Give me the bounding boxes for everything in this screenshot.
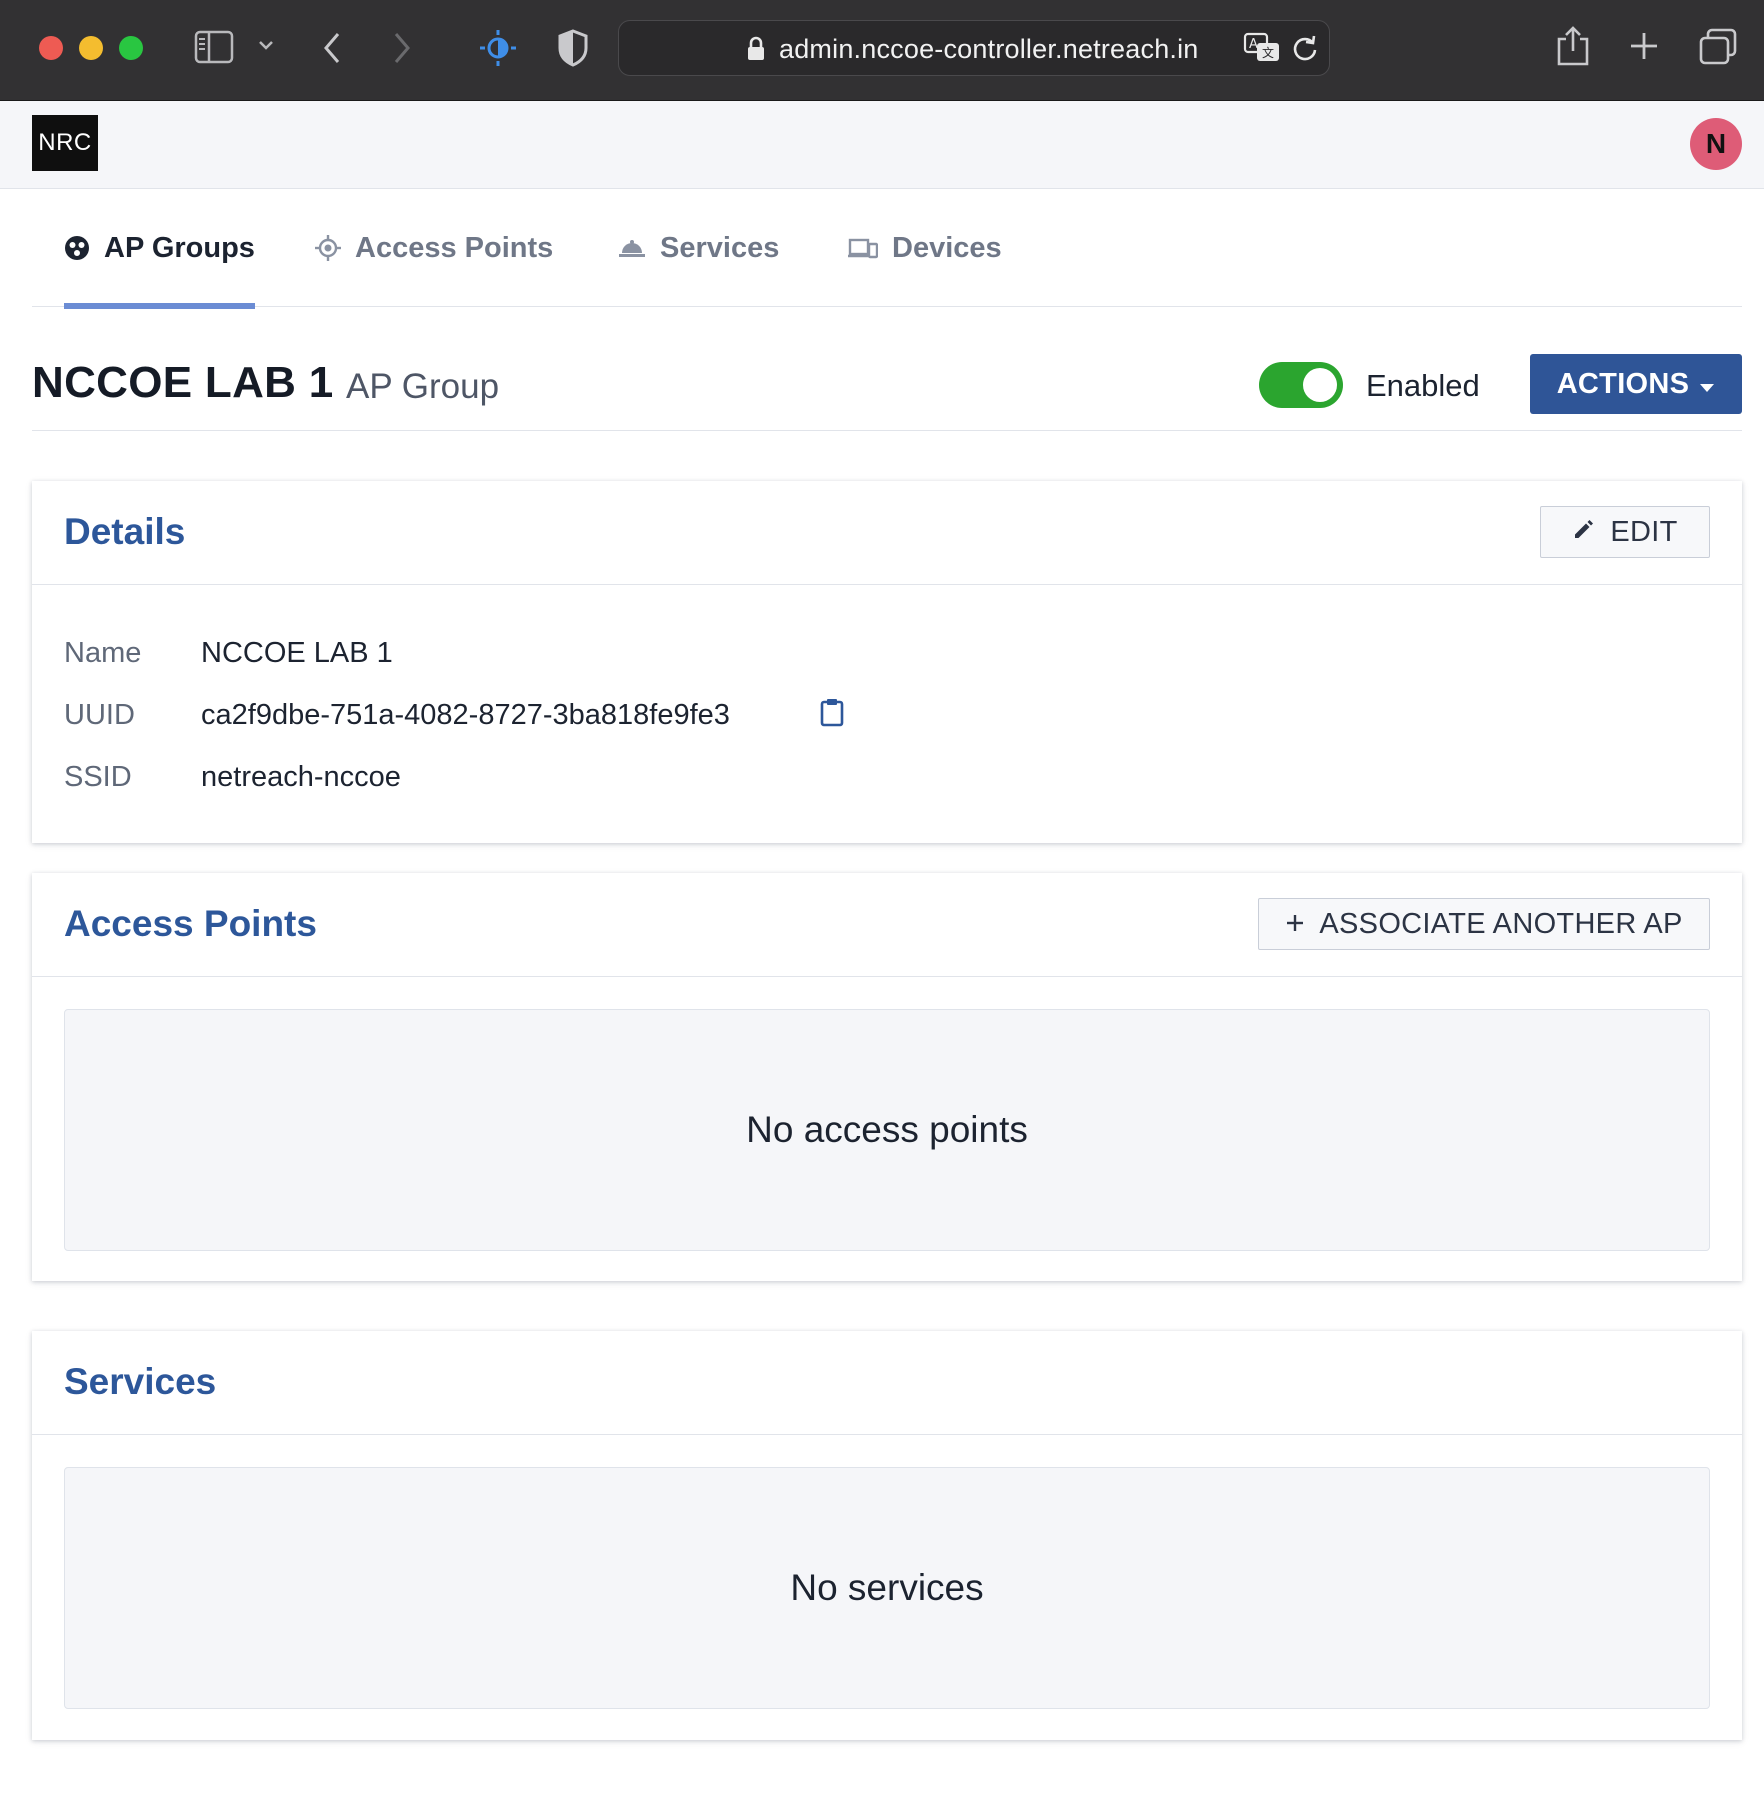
- sidebar-toggle-icon[interactable]: [194, 30, 234, 64]
- plus-icon: [1285, 908, 1305, 941]
- access-points-card: Access Points ASSOCIATE ANOTHER AP No ac…: [32, 873, 1742, 1281]
- actions-label: ACTIONS: [1556, 367, 1690, 400]
- toggle-label: Enabled: [1366, 368, 1480, 403]
- access-points-empty-state: No access points: [64, 1009, 1710, 1251]
- associate-ap-button[interactable]: ASSOCIATE ANOTHER AP: [1258, 898, 1710, 950]
- tab-label: AP Groups: [104, 231, 255, 264]
- main-tabs: AP Groups Access Points Services Devices: [32, 189, 1742, 309]
- svg-text:A: A: [1249, 37, 1258, 52]
- clipboard-icon[interactable]: [820, 697, 844, 735]
- details-card: Details EDIT Name NCCOE LAB 1 UUID ca2f9…: [32, 481, 1742, 843]
- detail-value: netreach-nccoe: [201, 761, 401, 793]
- detail-label: Name: [64, 637, 142, 669]
- edit-label: EDIT: [1610, 515, 1678, 548]
- access-points-card-header: Access Points ASSOCIATE ANOTHER AP: [32, 873, 1742, 977]
- toggle-knob: [1303, 368, 1337, 402]
- detail-value: ca2f9dbe-751a-4082-8727-3ba818fe9fe3: [201, 699, 730, 731]
- page-subtitle: AP Group: [346, 367, 500, 406]
- tab-ap-groups[interactable]: AP Groups: [64, 189, 255, 309]
- app-logo[interactable]: NRC: [32, 115, 98, 171]
- enabled-toggle[interactable]: [1259, 362, 1343, 408]
- tab-access-points[interactable]: Access Points: [315, 189, 553, 307]
- app-header: NRC N: [0, 101, 1764, 189]
- services-card: Services No services: [32, 1331, 1742, 1740]
- user-avatar[interactable]: N: [1690, 118, 1742, 170]
- privacy-shield-icon[interactable]: [556, 28, 590, 68]
- tab-devices[interactable]: Devices: [848, 189, 1002, 307]
- back-arrow-icon[interactable]: [320, 30, 344, 66]
- access-points-title: Access Points: [64, 903, 317, 944]
- services-card-header: Services: [32, 1331, 1742, 1435]
- pencil-icon: [1572, 516, 1596, 549]
- detail-value: NCCOE LAB 1: [201, 637, 393, 669]
- tab-overview-icon[interactable]: [1698, 28, 1738, 66]
- browser-toolbar: admin.nccoe-controller.netreach.in A文: [0, 0, 1764, 101]
- close-window-button[interactable]: [39, 36, 63, 60]
- edit-button[interactable]: EDIT: [1540, 506, 1710, 558]
- services-title: Services: [64, 1361, 217, 1402]
- svg-text:文: 文: [1262, 45, 1274, 60]
- detail-label: UUID: [64, 699, 135, 731]
- ap-groups-icon: [64, 235, 90, 261]
- details-title: Details: [64, 511, 186, 552]
- detail-label: SSID: [64, 761, 132, 793]
- services-icon: [618, 237, 646, 259]
- tab-label: Services: [660, 231, 780, 264]
- translate-icon[interactable]: A文: [1243, 31, 1281, 70]
- caret-down-icon: [1699, 368, 1715, 401]
- url-text: admin.nccoe-controller.netreach.in: [779, 34, 1199, 64]
- zoom-window-button[interactable]: [119, 36, 143, 60]
- tab-label: Devices: [892, 231, 1002, 264]
- reload-icon[interactable]: [1291, 33, 1319, 68]
- page-title: NCCOE LAB 1: [32, 358, 334, 407]
- lock-icon: [747, 36, 765, 67]
- access-point-icon: [315, 235, 341, 261]
- forward-arrow-icon[interactable]: [390, 30, 414, 66]
- associate-ap-label: ASSOCIATE ANOTHER AP: [1319, 907, 1683, 940]
- tab-services[interactable]: Services: [618, 189, 779, 307]
- details-body: Name NCCOE LAB 1 UUID ca2f9dbe-751a-4082…: [32, 585, 1742, 843]
- actions-button[interactable]: ACTIONS: [1530, 354, 1742, 414]
- page-header: NCCOE LAB 1 AP Group Enabled ACTIONS: [32, 330, 1742, 431]
- chevron-down-icon[interactable]: [257, 38, 275, 52]
- new-tab-icon[interactable]: [1628, 30, 1660, 62]
- tab-label: Access Points: [355, 231, 554, 264]
- brightness-extension-icon[interactable]: [478, 28, 518, 68]
- share-icon[interactable]: [1556, 25, 1590, 67]
- details-card-header: Details EDIT: [32, 481, 1742, 585]
- devices-icon: [848, 236, 878, 260]
- address-bar[interactable]: admin.nccoe-controller.netreach.in A文: [618, 20, 1330, 76]
- services-empty-state: No services: [64, 1467, 1710, 1709]
- minimize-window-button[interactable]: [79, 36, 103, 60]
